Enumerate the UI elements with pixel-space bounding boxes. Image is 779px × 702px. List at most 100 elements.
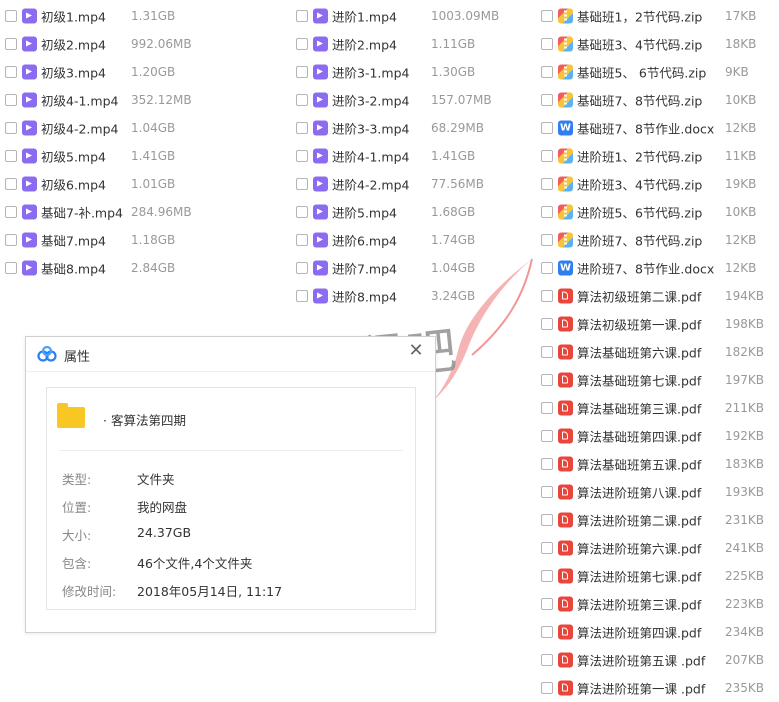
file-checkbox[interactable] xyxy=(296,178,308,190)
file-checkbox[interactable] xyxy=(541,430,553,442)
file-name[interactable]: 进阶6.mp4 xyxy=(332,231,397,250)
file-checkbox[interactable] xyxy=(541,38,553,50)
file-row[interactable]: 算法进阶班第四课.pdf 234KB xyxy=(541,618,779,646)
file-name[interactable]: 初级3.mp4 xyxy=(41,63,106,82)
file-name[interactable]: 初级5.mp4 xyxy=(41,147,106,166)
file-name[interactable]: 算法基础班第七课.pdf xyxy=(577,371,701,390)
file-name[interactable]: 基础班1，2节代码.zip xyxy=(577,7,702,26)
file-row[interactable]: 算法进阶班第一课 .pdf 235KB xyxy=(541,674,779,702)
file-checkbox[interactable] xyxy=(5,122,17,134)
file-row[interactable]: W 进阶班7、8节作业.docx 12KB xyxy=(541,254,779,282)
file-checkbox[interactable] xyxy=(541,290,553,302)
file-name[interactable]: 初级1.mp4 xyxy=(41,7,106,26)
file-row[interactable]: 算法基础班第三课.pdf 211KB xyxy=(541,394,779,422)
file-checkbox[interactable] xyxy=(541,346,553,358)
file-row[interactable]: 进阶6.mp4 1.74GB xyxy=(296,226,536,254)
file-name[interactable]: 基础班7、8节代码.zip xyxy=(577,91,702,110)
file-name[interactable]: 进阶5.mp4 xyxy=(332,203,397,222)
file-checkbox[interactable] xyxy=(5,206,17,218)
file-checkbox[interactable] xyxy=(5,10,17,22)
file-checkbox[interactable] xyxy=(541,570,553,582)
file-row[interactable]: 进阶班5、6节代码.zip 10KB xyxy=(541,198,779,226)
file-name[interactable]: 算法进阶班第七课.pdf xyxy=(577,567,701,586)
file-checkbox[interactable] xyxy=(5,150,17,162)
file-checkbox[interactable] xyxy=(5,66,17,78)
file-name[interactable]: 初级2.mp4 xyxy=(41,35,106,54)
file-row[interactable]: 算法进阶班第八课.pdf 193KB xyxy=(541,478,779,506)
file-checkbox[interactable] xyxy=(541,374,553,386)
file-checkbox[interactable] xyxy=(541,122,553,134)
file-checkbox[interactable] xyxy=(296,94,308,106)
file-row[interactable]: 初级4-2.mp4 1.04GB xyxy=(5,114,275,142)
file-checkbox[interactable] xyxy=(541,402,553,414)
file-row[interactable]: 进阶5.mp4 1.68GB xyxy=(296,198,536,226)
file-checkbox[interactable] xyxy=(541,234,553,246)
file-row[interactable]: 初级1.mp4 1.31GB xyxy=(5,2,275,30)
file-name[interactable]: 算法初级班第一课.pdf xyxy=(577,315,701,334)
file-row[interactable]: 进阶3-2.mp4 157.07MB xyxy=(296,86,536,114)
file-row[interactable]: 进阶3-1.mp4 1.30GB xyxy=(296,58,536,86)
file-checkbox[interactable] xyxy=(541,654,553,666)
file-checkbox[interactable] xyxy=(541,514,553,526)
file-name[interactable]: 算法基础班第四课.pdf xyxy=(577,427,701,446)
file-name[interactable]: 基础8.mp4 xyxy=(41,259,106,278)
file-row[interactable]: 初级3.mp4 1.20GB xyxy=(5,58,275,86)
file-checkbox[interactable] xyxy=(541,542,553,554)
file-name[interactable]: 进阶3-3.mp4 xyxy=(332,119,409,138)
file-row[interactable]: 算法进阶班第六课.pdf 241KB xyxy=(541,534,779,562)
file-name[interactable]: 初级4-2.mp4 xyxy=(41,119,118,138)
file-checkbox[interactable] xyxy=(5,94,17,106)
file-row[interactable]: 进阶4-1.mp4 1.41GB xyxy=(296,142,536,170)
file-name[interactable]: 进阶8.mp4 xyxy=(332,287,397,306)
file-name[interactable]: 算法进阶班第四课.pdf xyxy=(577,623,701,642)
file-checkbox[interactable] xyxy=(541,94,553,106)
file-name[interactable]: 算法基础班第六课.pdf xyxy=(577,343,701,362)
file-checkbox[interactable] xyxy=(296,262,308,274)
file-row[interactable]: 基础8.mp4 2.84GB xyxy=(5,254,275,282)
file-checkbox[interactable] xyxy=(296,206,308,218)
file-name[interactable]: 算法进阶班第六课.pdf xyxy=(577,539,701,558)
file-name[interactable]: 进阶班5、6节代码.zip xyxy=(577,203,702,222)
file-name[interactable]: 算法基础班第五课.pdf xyxy=(577,455,701,474)
file-row[interactable]: 初级2.mp4 992.06MB xyxy=(5,30,275,58)
file-row[interactable]: 算法进阶班第七课.pdf 225KB xyxy=(541,562,779,590)
file-name[interactable]: 基础7-补.mp4 xyxy=(41,203,123,222)
file-checkbox[interactable] xyxy=(5,262,17,274)
file-name[interactable]: 初级4-1.mp4 xyxy=(41,91,118,110)
file-row[interactable]: 进阶班1、2节代码.zip 11KB xyxy=(541,142,779,170)
file-name[interactable]: 基础班5、 6节代码.zip xyxy=(577,63,706,82)
file-name[interactable]: 进阶1.mp4 xyxy=(332,7,397,26)
file-row[interactable]: 进阶3-3.mp4 68.29MB xyxy=(296,114,536,142)
file-checkbox[interactable] xyxy=(541,262,553,274)
file-name[interactable]: 基础班7、8节作业.docx xyxy=(577,119,714,138)
file-checkbox[interactable] xyxy=(541,318,553,330)
file-checkbox[interactable] xyxy=(296,122,308,134)
file-checkbox[interactable] xyxy=(5,38,17,50)
file-name[interactable]: 基础班3、4节代码.zip xyxy=(577,35,702,54)
file-row[interactable]: 进阶4-2.mp4 77.56MB xyxy=(296,170,536,198)
file-name[interactable]: 初级6.mp4 xyxy=(41,175,106,194)
file-name[interactable]: 进阶4-1.mp4 xyxy=(332,147,409,166)
file-name[interactable]: 算法进阶班第二课.pdf xyxy=(577,511,701,530)
file-row[interactable]: 算法基础班第七课.pdf 197KB xyxy=(541,366,779,394)
file-checkbox[interactable] xyxy=(296,290,308,302)
file-name[interactable]: 进阶2.mp4 xyxy=(332,35,397,54)
file-row[interactable]: 进阶8.mp4 3.24GB xyxy=(296,282,536,310)
file-row[interactable]: 进阶7.mp4 1.04GB xyxy=(296,254,536,282)
close-button[interactable]: ✕ xyxy=(405,340,427,362)
file-row[interactable]: 算法初级班第二课.pdf 194KB xyxy=(541,282,779,310)
file-name[interactable]: 进阶7.mp4 xyxy=(332,259,397,278)
file-name[interactable]: 算法进阶班第一课 .pdf xyxy=(577,679,705,698)
file-name[interactable]: 算法进阶班第三课.pdf xyxy=(577,595,701,614)
file-checkbox[interactable] xyxy=(541,10,553,22)
file-row[interactable]: W 基础班7、8节作业.docx 12KB xyxy=(541,114,779,142)
file-row[interactable]: 算法进阶班第三课.pdf 223KB xyxy=(541,590,779,618)
file-row[interactable]: 基础班1，2节代码.zip 17KB xyxy=(541,2,779,30)
file-checkbox[interactable] xyxy=(5,234,17,246)
file-row[interactable]: 基础班5、 6节代码.zip 9KB xyxy=(541,58,779,86)
file-row[interactable]: 基础班7、8节代码.zip 10KB xyxy=(541,86,779,114)
file-name[interactable]: 进阶3-1.mp4 xyxy=(332,63,409,82)
file-checkbox[interactable] xyxy=(541,206,553,218)
file-name[interactable]: 基础7.mp4 xyxy=(41,231,106,250)
file-name[interactable]: 算法进阶班第八课.pdf xyxy=(577,483,701,502)
